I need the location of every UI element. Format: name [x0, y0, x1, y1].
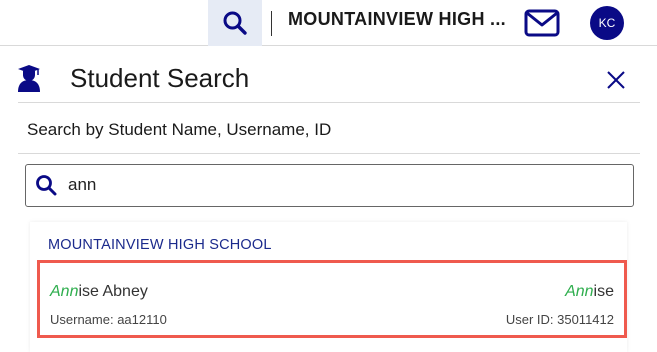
student-icon	[18, 65, 40, 92]
mail-icon	[524, 9, 560, 37]
school-name[interactable]: MOUNTAINVIEW HIGH ...	[288, 9, 510, 30]
divider	[271, 11, 272, 36]
student-user-id: User ID: 35011412	[505, 312, 614, 327]
nickname-match-highlight: Ann	[565, 283, 594, 300]
name-match-highlight: Ann	[50, 283, 79, 300]
nickname-rest: ise	[593, 283, 614, 300]
avatar[interactable]: KC	[590, 6, 624, 40]
name-rest: ise Abney	[78, 283, 148, 300]
divider	[18, 153, 640, 154]
search-button[interactable]	[208, 0, 262, 46]
search-icon	[36, 175, 57, 196]
mail-button[interactable]	[522, 6, 562, 40]
close-icon[interactable]	[604, 68, 628, 92]
search-input[interactable]	[68, 170, 618, 200]
student-nickname: Annise	[565, 283, 614, 301]
search-icon	[223, 11, 247, 35]
student-name: Annise Abney	[50, 283, 148, 301]
divider	[18, 102, 640, 103]
page-title: Student Search	[70, 63, 250, 93]
top-bar: MOUNTAINVIEW HIGH ... KC	[0, 0, 657, 46]
result-item[interactable]: Annise Abney Annise Username: aa12110 Us…	[37, 260, 627, 338]
student-username: Username: aa12110	[50, 312, 167, 327]
result-group-title: MOUNTAINVIEW HIGH SCHOOL	[48, 237, 272, 253]
search-field[interactable]	[25, 164, 634, 207]
search-label: Search by Student Name, Username, ID	[27, 120, 332, 139]
